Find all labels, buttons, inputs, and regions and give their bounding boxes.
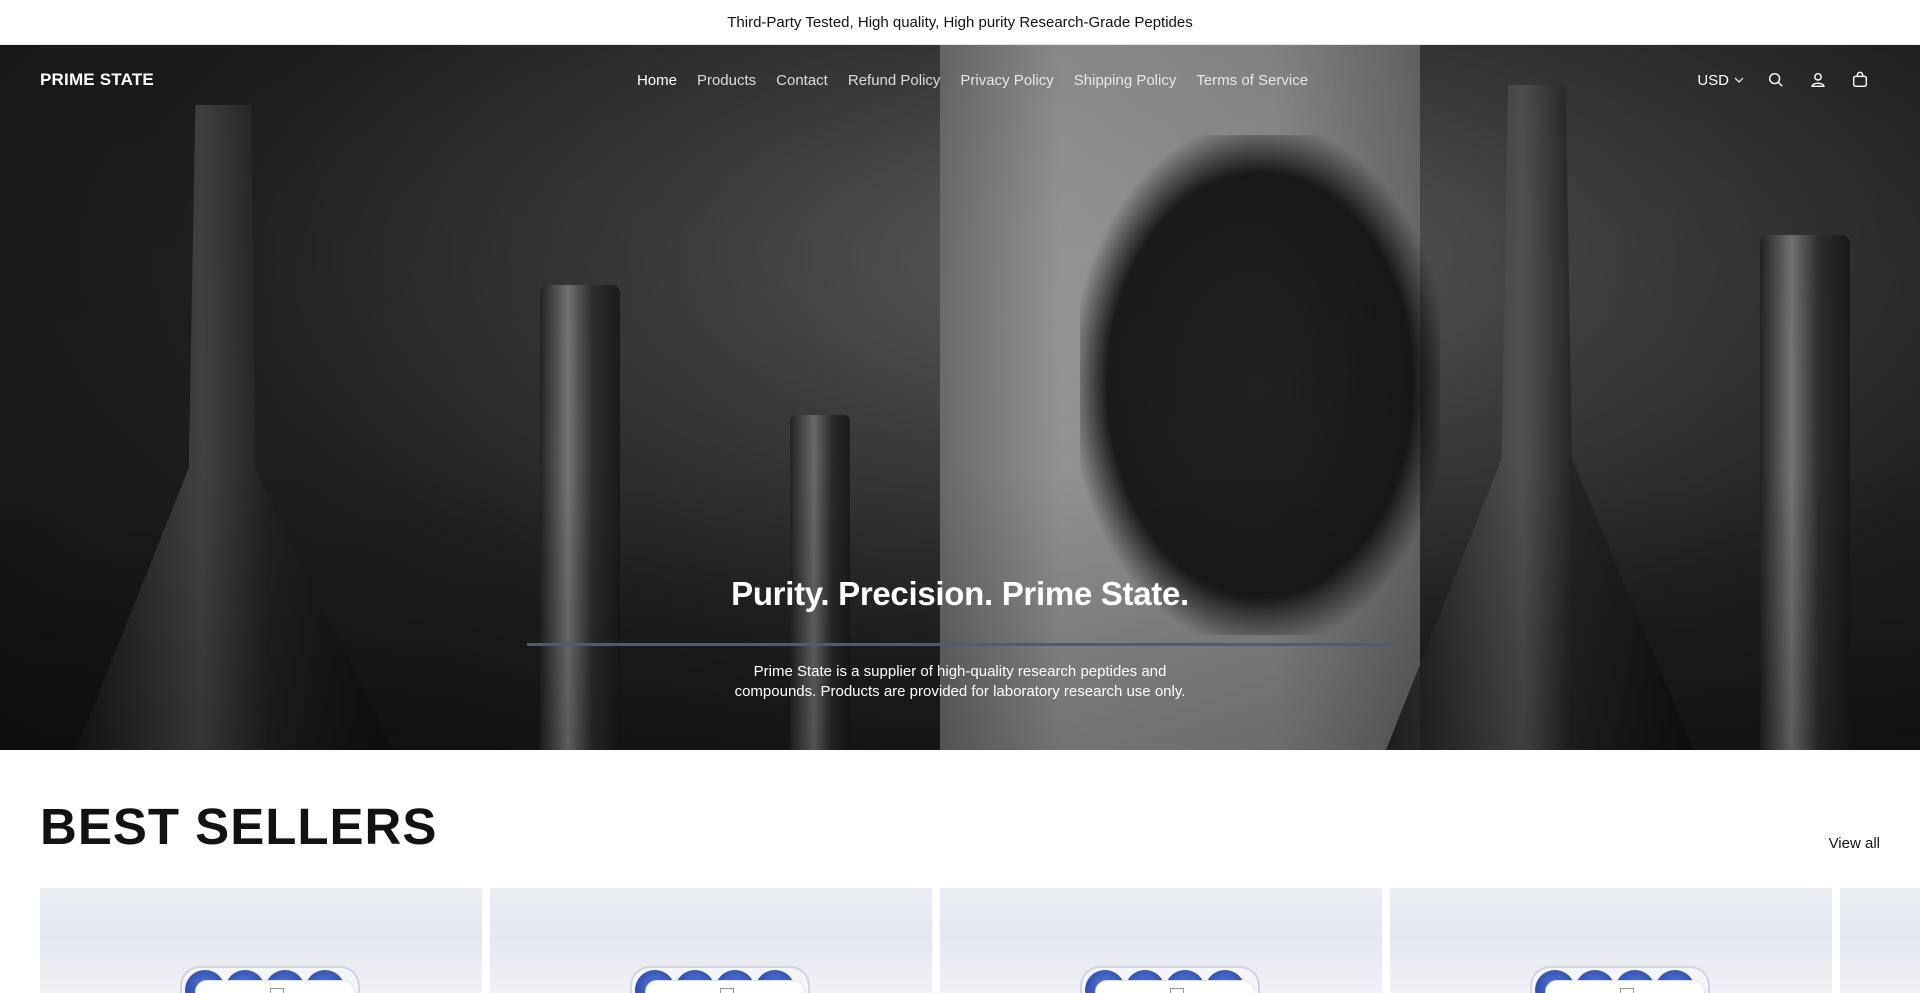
product-carousel <box>40 888 1920 993</box>
site-header: PRIME STATE Home Products Contact Refund… <box>0 45 1920 115</box>
section-title: BEST SELLERS <box>40 798 438 855</box>
product-card[interactable] <box>940 888 1382 993</box>
crown-icon <box>1620 988 1634 993</box>
product-card[interactable] <box>490 888 932 993</box>
main-nav: Home Products Contact Refund Policy Priv… <box>365 72 1580 89</box>
announcement-text: Third-Party Tested, High quality, High p… <box>727 13 1193 31</box>
currency-label: USD <box>1697 71 1729 89</box>
hero-description: Prime State is a supplier of high-qualit… <box>734 663 1186 700</box>
nav-contact[interactable]: Contact <box>776 72 828 89</box>
nav-privacy-policy[interactable]: Privacy Policy <box>960 72 1053 89</box>
product-card[interactable] <box>40 888 482 993</box>
product-card[interactable] <box>1390 888 1832 993</box>
cart-icon[interactable] <box>1850 70 1870 90</box>
hero-banner: PRIME STATE Home Products Contact Refund… <box>0 45 1920 750</box>
hero-title: Purity. Precision. Prime State. <box>731 575 1189 612</box>
product-card[interactable] <box>1840 888 1920 993</box>
header-actions: USD <box>1580 70 1880 90</box>
crown-icon <box>720 988 734 993</box>
hero-content: Purity. Precision. Prime State. Prime St… <box>0 575 1920 702</box>
nav-products[interactable]: Products <box>697 72 756 89</box>
nav-terms-of-service[interactable]: Terms of Service <box>1196 72 1308 89</box>
search-icon[interactable] <box>1766 70 1786 90</box>
view-all-link[interactable]: View all <box>1829 835 1880 852</box>
nav-shipping-policy[interactable]: Shipping Policy <box>1074 72 1177 89</box>
best-sellers-section: BEST SELLERS View all <box>0 750 1920 993</box>
crown-icon <box>270 988 284 993</box>
crown-icon <box>1170 988 1184 993</box>
site-logo[interactable]: PRIME STATE <box>40 70 340 90</box>
hero-divider <box>527 643 1393 646</box>
nav-refund-policy[interactable]: Refund Policy <box>848 72 941 89</box>
account-icon[interactable] <box>1808 70 1828 90</box>
chevron-down-icon <box>1734 77 1744 83</box>
announcement-bar: Third-Party Tested, High quality, High p… <box>0 0 1920 45</box>
best-sellers-header: BEST SELLERS View all <box>40 750 1880 852</box>
nav-home[interactable]: Home <box>637 72 677 89</box>
currency-selector[interactable]: USD <box>1697 72 1744 89</box>
